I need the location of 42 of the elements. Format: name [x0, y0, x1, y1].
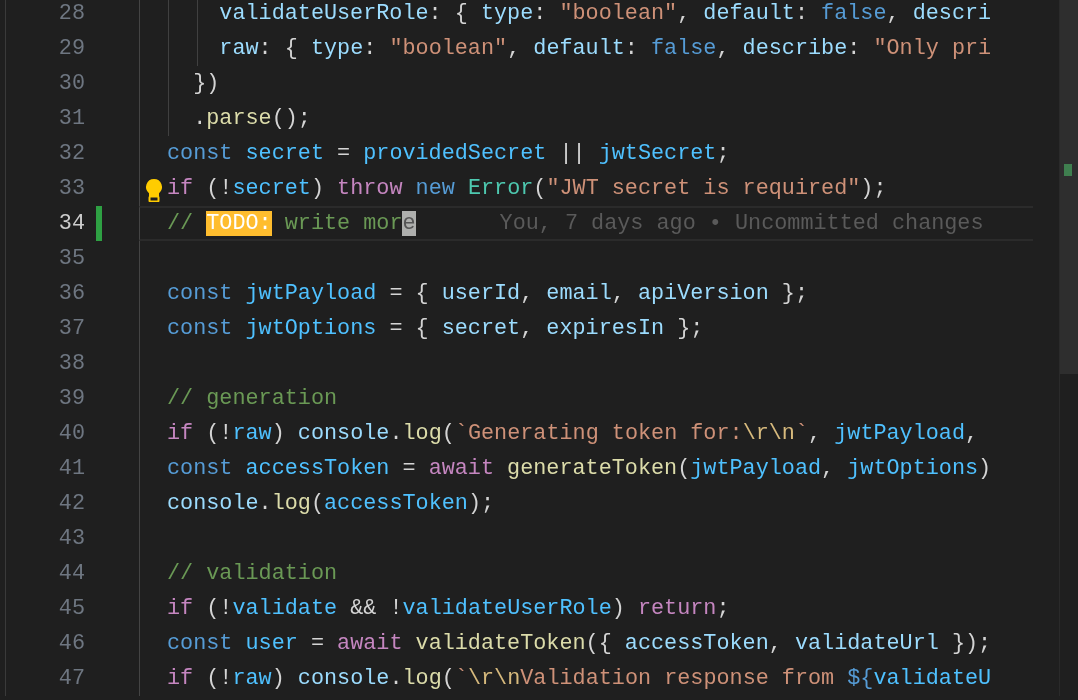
- scrollbar-thumb[interactable]: [1060, 0, 1078, 374]
- line-number: 36: [57, 280, 85, 308]
- code-line: raw: { type: "boolean", default: false, describe: "Only pri: [218, 35, 992, 63]
- scrollbar[interactable]: [1059, 0, 1078, 696]
- code-line: const user = await validateToken({ accessToken, validateUrl });: [167, 630, 992, 658]
- code-line: const jwtPayload = { userId, email, apiVersion };: [167, 280, 808, 308]
- overview-ruler-mark: [1064, 164, 1072, 176]
- code-comment: // generation: [167, 385, 338, 413]
- line-number: 31: [57, 105, 85, 133]
- line-number: 44: [57, 560, 85, 588]
- code-line: const secret = providedSecret || jwtSecret;: [167, 140, 730, 168]
- line-number: 40: [57, 420, 85, 448]
- code-line: validateUserRole: { type: "boolean", default: false, descri: [218, 0, 992, 28]
- line-number: 30: [57, 70, 85, 98]
- line-number: 32: [57, 140, 85, 168]
- line-number: 41: [57, 455, 85, 483]
- line-number: 45: [57, 595, 85, 623]
- code-line: if (!secret) throw new Error("JWT secret is required");: [167, 175, 887, 203]
- line-number: 29: [57, 35, 85, 63]
- line-number: 43: [57, 525, 85, 553]
- line-number: 35: [57, 245, 85, 273]
- line-number: 39: [57, 385, 85, 413]
- blame-annotation: You, 7 days ago • Uncommitted changes: [499, 210, 984, 238]
- line-number: 47: [57, 665, 85, 693]
- code-comment: // TODO: write more: [167, 210, 416, 238]
- line-number: 34: [57, 210, 85, 238]
- lightbulb-icon[interactable]: [144, 178, 164, 202]
- code-line: const jwtOptions = { secret, expiresIn };: [167, 315, 704, 343]
- code-comment: // validation: [167, 560, 338, 588]
- line-number: 46: [57, 630, 85, 658]
- code-line: if (!raw) console.log(`\r\nValidation response from ${validateU: [167, 665, 992, 693]
- code-line: const accessToken = await generateToken(jwtPayload, jwtOptions): [167, 455, 992, 483]
- code-line: console.log(accessToken);: [167, 490, 495, 518]
- line-number: 28: [57, 0, 85, 28]
- code-line: .parse();: [192, 105, 311, 133]
- line-number: 33: [57, 175, 85, 203]
- line-number: 37: [57, 315, 85, 343]
- code-line: }): [192, 70, 220, 98]
- line-number: 42: [57, 490, 85, 518]
- line-number: 38: [57, 350, 85, 378]
- code-line: if (!validate && !validateUserRole) return;: [167, 595, 730, 623]
- code-line: if (!raw) console.log(`Generating token for:\r\n`, jwtPayload,: [167, 420, 979, 448]
